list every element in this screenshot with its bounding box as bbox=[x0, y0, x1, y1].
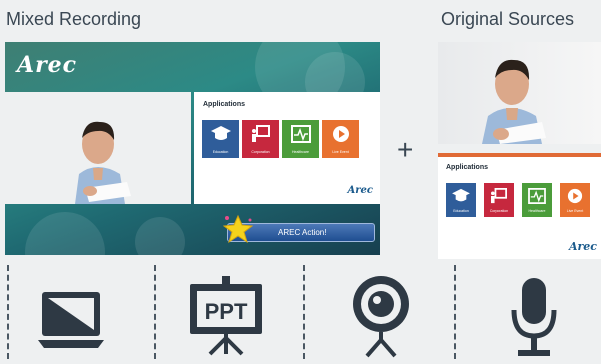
source-slide-feed: Applications Education Corporation Healt… bbox=[438, 153, 601, 259]
presenter-board-icon bbox=[252, 125, 270, 142]
original-sources-heading: Original Sources bbox=[441, 9, 575, 29]
dashed-divider bbox=[303, 265, 305, 359]
tile-label: Live Event bbox=[332, 150, 349, 154]
graduation-cap-icon bbox=[211, 126, 231, 140]
graduation-cap-icon bbox=[452, 188, 470, 202]
slide-title: Applications bbox=[446, 164, 489, 171]
tile-healthcare: Healthcare bbox=[282, 120, 319, 158]
arec-brand-mark: Arec bbox=[347, 185, 373, 196]
heartbeat-monitor-icon bbox=[291, 125, 311, 143]
tile-label: Education bbox=[453, 209, 469, 213]
tile-live-event: Live Event bbox=[322, 120, 359, 158]
microphone-icon bbox=[504, 270, 564, 364]
tile-label: Healthcare bbox=[528, 209, 546, 213]
tile-corporation: Corporation bbox=[242, 120, 279, 158]
dashed-divider bbox=[154, 265, 156, 359]
ppt-projector-icon: PPT bbox=[186, 270, 266, 364]
star-icon bbox=[223, 214, 253, 244]
badge-label: AREC Action! bbox=[278, 228, 327, 237]
tile-education: Education bbox=[446, 183, 476, 217]
tile-live-event: Live Event bbox=[560, 183, 590, 217]
tile-corporation: Corporation bbox=[484, 183, 514, 217]
tile-label: Corporation bbox=[489, 209, 509, 213]
dashed-divider bbox=[7, 265, 9, 359]
tile-label: Corporation bbox=[251, 150, 270, 154]
arec-logo: Arec bbox=[17, 52, 78, 78]
mixed-recording-preview: Arec Applications Education Corporation … bbox=[5, 42, 380, 255]
play-circle-icon bbox=[333, 126, 349, 142]
laptop-icon bbox=[38, 270, 104, 361]
presenter-video bbox=[5, 92, 191, 204]
dashed-divider bbox=[454, 265, 456, 359]
presenter-board-icon bbox=[491, 188, 507, 204]
tile-label: Education bbox=[212, 150, 229, 154]
tile-healthcare: Healthcare bbox=[522, 183, 552, 217]
tile-label: Live Event bbox=[566, 209, 584, 213]
tile-education: Education bbox=[202, 120, 239, 158]
mixed-recording-heading: Mixed Recording bbox=[6, 9, 142, 29]
plus-sign: + bbox=[397, 134, 414, 165]
play-circle-icon bbox=[567, 188, 583, 204]
tile-label: Healthcare bbox=[292, 150, 309, 154]
slide-title: Applications bbox=[203, 101, 246, 108]
slide-pane: Applications Education Corporation Healt… bbox=[194, 92, 380, 204]
ppt-label: PPT bbox=[205, 299, 248, 324]
source-camera-feed bbox=[438, 42, 601, 144]
heartbeat-monitor-icon bbox=[528, 188, 546, 204]
arec-brand-mark: Arec bbox=[568, 240, 597, 253]
webcam-icon bbox=[346, 270, 416, 364]
